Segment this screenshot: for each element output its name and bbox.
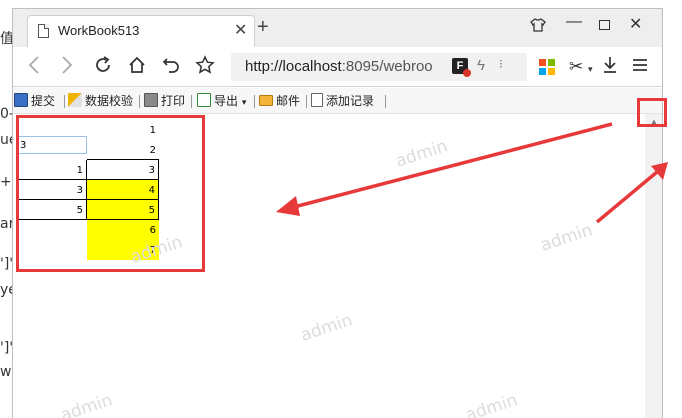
annotation-arrows [276,122,668,224]
annotation-arrow-line [595,170,659,224]
annotation-arrowhead [651,162,668,180]
annotation-arrow-line [293,122,613,209]
annotation-arrowhead [276,196,300,216]
screenshot: 值 0-( ue +, ar ']' ye ']' w WorkBook513 … [0,0,682,418]
